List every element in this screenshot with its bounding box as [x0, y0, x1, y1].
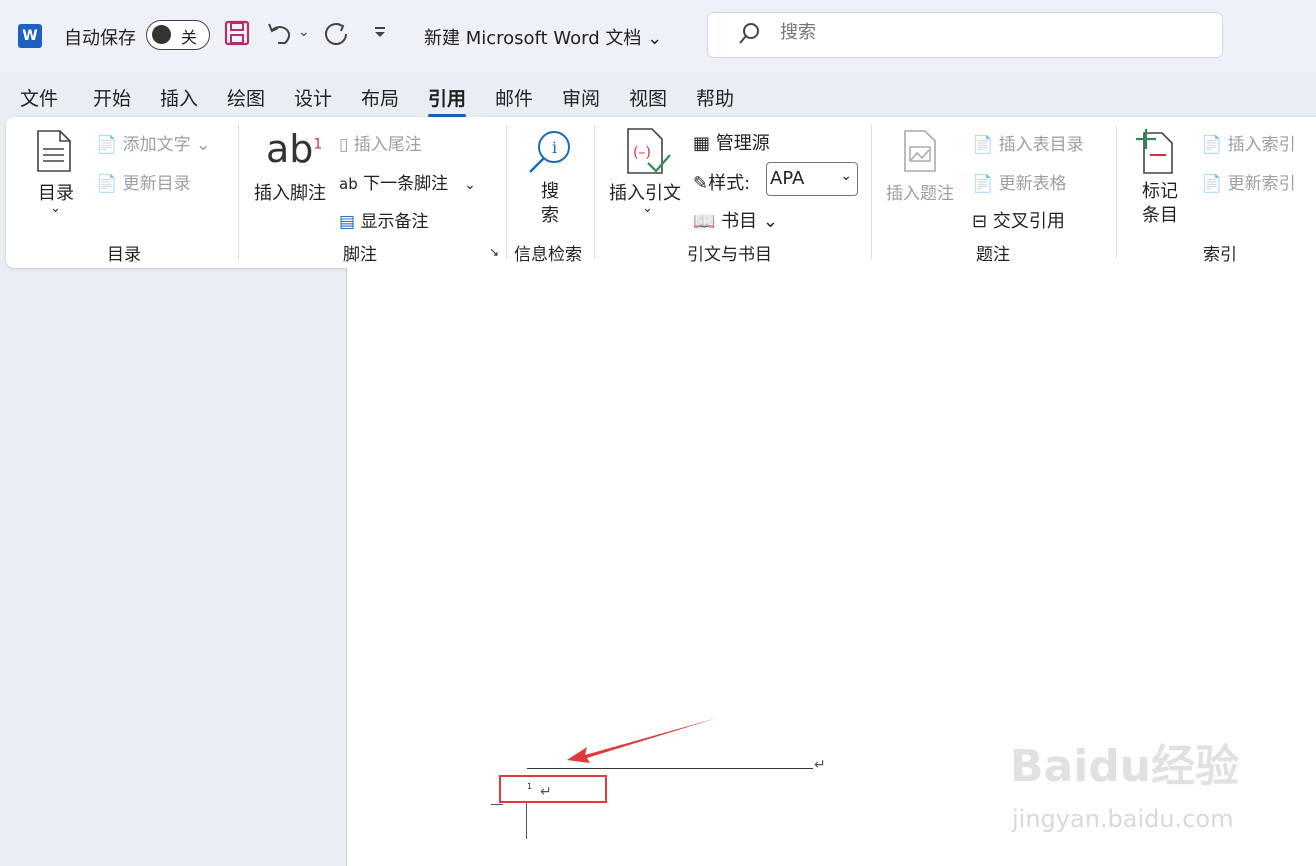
table-of-figures-icon: 📄 — [972, 135, 994, 155]
word-app-icon[interactable]: W — [18, 24, 42, 48]
tab-design[interactable]: 设计 — [294, 84, 332, 111]
show-notes-icon: ▤ — [339, 212, 356, 232]
tab-home[interactable]: 开始 — [93, 84, 131, 111]
add-text-icon: 📄 — [96, 135, 118, 155]
title-chevron-down-icon: ⌄ — [647, 28, 663, 49]
citation-style-select[interactable]: APA ⌄ — [766, 162, 858, 196]
ribbon-divider — [871, 125, 872, 259]
insert-index-icon: 📄 — [1201, 135, 1223, 155]
tab-references[interactable]: 引用 — [428, 84, 467, 117]
undo-dropdown-chevron-icon[interactable]: ⌄ — [298, 24, 310, 40]
annotation-arrow — [567, 718, 717, 763]
footnote-paragraph-mark: ↵ — [540, 784, 552, 800]
update-icon: 📄 — [96, 174, 118, 194]
footnote-separator — [527, 768, 813, 769]
next-footnote-icon: ab — [339, 175, 358, 193]
next-footnote-chevron-icon[interactable]: ⌄ — [464, 177, 476, 193]
menu-bar: 文件 开始 插入 绘图 设计 布局 引用 邮件 审阅 视图 帮助 — [0, 78, 1316, 117]
tab-insert[interactable]: 插入 — [160, 84, 198, 111]
footnote-highlight-box — [499, 775, 607, 803]
cross-reference-icon: ⊟ — [972, 211, 988, 232]
style-pen-icon: ✎ — [693, 173, 709, 194]
tab-draw[interactable]: 绘图 — [227, 84, 265, 111]
cross-reference-button[interactable]: ⊟ 交叉引用 — [972, 207, 1065, 233]
mark-entry-line1[interactable]: 标记 — [1142, 177, 1178, 203]
search-research-icon[interactable]: i — [526, 127, 574, 180]
insert-caption-button: 插入题注 — [886, 184, 954, 204]
select-chevron-down-icon: ⌄ — [840, 168, 852, 184]
baidu-watermark-url: jingyan.baidu.com — [1012, 805, 1234, 833]
manage-sources-icon: ▦ — [693, 133, 711, 154]
style-label: ✎样式: — [693, 173, 751, 194]
search-button-line2[interactable]: 索 — [541, 201, 559, 227]
search-button-line1[interactable]: 搜 — [541, 177, 559, 203]
ribbon-divider — [594, 125, 595, 259]
group-label-index: 索引 — [1203, 245, 1237, 265]
insert-footnote-button[interactable]: 插入脚注 — [254, 179, 326, 205]
toc-icon[interactable] — [36, 129, 72, 178]
ribbon-divider — [238, 125, 239, 259]
footnote-dialog-launcher-icon[interactable]: ↘ — [489, 245, 499, 259]
group-label-footnotes: 脚注 — [343, 245, 377, 265]
toc-chevron-down-icon[interactable]: ⌄ — [50, 201, 61, 216]
insert-footnote-icon[interactable]: ab1 — [266, 127, 322, 171]
manage-sources-button[interactable]: ▦ 管理源 — [693, 129, 770, 155]
tab-mailings[interactable]: 邮件 — [495, 84, 533, 111]
mark-entry-icon[interactable] — [1134, 127, 1178, 180]
toggle-knob — [152, 25, 171, 44]
insert-citation-icon[interactable]: (–) — [626, 127, 672, 180]
autosave-toggle[interactable]: 关 — [146, 20, 210, 50]
save-icon[interactable] — [224, 20, 250, 52]
ribbon: 目录 ⌄ 📄 添加文字 ⌄ 📄 更新目录 目录 ab1 插入脚注 ▯ 插入尾注 … — [6, 117, 1316, 268]
show-notes-button[interactable]: ▤ 显示备注 — [339, 207, 428, 232]
update-toc-button: 📄 更新目录 — [96, 174, 191, 194]
autosave-label: 自动保存 — [64, 28, 136, 49]
search-icon — [736, 21, 762, 53]
text-cursor-guide-horizontal — [491, 804, 503, 805]
tab-review[interactable]: 审阅 — [562, 84, 600, 111]
tab-file[interactable]: 文件 — [20, 84, 58, 111]
ribbon-divider — [506, 125, 507, 259]
group-label-citations: 引文与书目 — [687, 245, 772, 265]
text-cursor-guide — [526, 803, 527, 839]
bibliography-button[interactable]: 📖 书目 ⌄ — [693, 207, 778, 233]
tab-help[interactable]: 帮助 — [696, 84, 734, 111]
insert-endnote-button: ▯ 插入尾注 — [339, 135, 422, 155]
update-table-icon: 📄 — [972, 174, 994, 194]
add-text-button: 📄 添加文字 ⌄ — [96, 135, 211, 155]
redo-icon[interactable] — [322, 20, 350, 54]
insert-citation-chevron-icon[interactable]: ⌄ — [642, 201, 653, 216]
ribbon-divider — [1116, 125, 1117, 259]
undo-icon[interactable] — [266, 20, 294, 54]
svg-text:(–): (–) — [633, 145, 651, 161]
update-index-button: 📄 更新索引 — [1201, 174, 1296, 194]
customize-quick-access-icon[interactable] — [372, 24, 388, 44]
next-footnote-button[interactable]: ab 下一条脚注 ⌄ — [339, 169, 476, 194]
title-bar: W 自动保存 关 ⌄ 新建 Microsoft Word 文档 ⌄ — [0, 0, 1316, 72]
mark-entry-line2[interactable]: 条目 — [1142, 201, 1178, 227]
update-index-icon: 📄 — [1201, 174, 1223, 194]
separator-paragraph-mark: ↵ — [814, 757, 826, 773]
endnote-icon: ▯ — [339, 135, 349, 155]
autosave-state: 关 — [181, 28, 198, 47]
document-title[interactable]: 新建 Microsoft Word 文档 ⌄ — [424, 24, 662, 50]
tab-layout[interactable]: 布局 — [361, 84, 399, 111]
baidu-watermark: Baidu经验 — [1010, 741, 1240, 792]
svg-text:i: i — [552, 138, 557, 157]
bibliography-icon: 📖 — [693, 211, 716, 232]
group-label-toc: 目录 — [107, 245, 141, 265]
update-table-button: 📄 更新表格 — [972, 174, 1067, 194]
group-label-captions: 题注 — [976, 245, 1010, 265]
insert-caption-icon — [903, 129, 937, 178]
tab-view[interactable]: 视图 — [629, 84, 667, 111]
footnote-number: 1 — [527, 782, 533, 791]
group-label-research: 信息检索 — [514, 245, 582, 265]
insert-index-button: 📄 插入索引 — [1201, 135, 1296, 155]
search-input[interactable] — [778, 21, 1182, 44]
search-box[interactable] — [707, 12, 1223, 58]
citation-style-value: APA — [770, 168, 805, 189]
insert-table-of-figures-button: 📄 插入表目录 — [972, 135, 1084, 155]
